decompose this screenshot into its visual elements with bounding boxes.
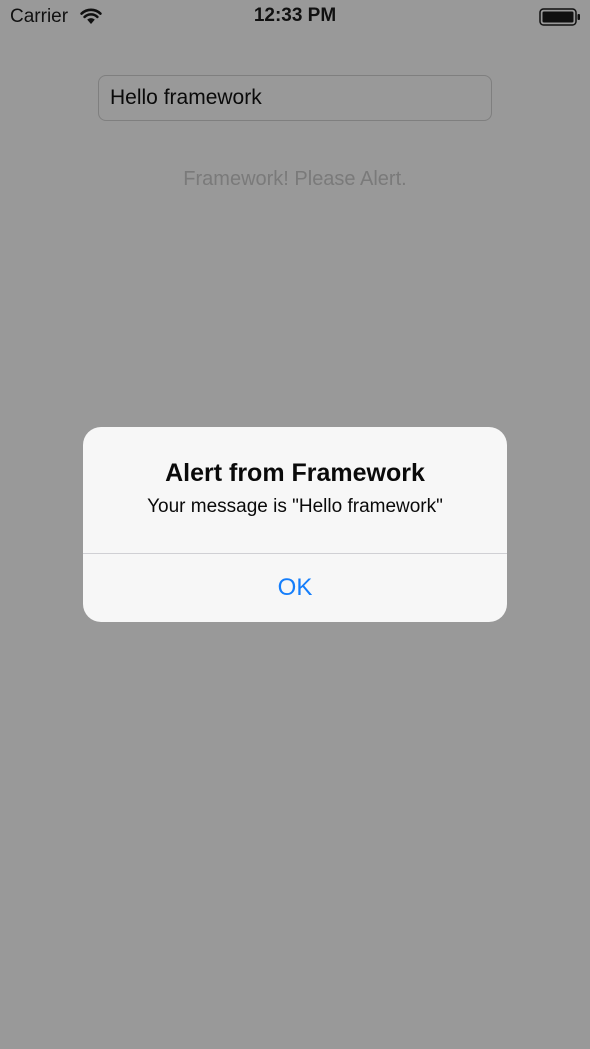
battery-icon xyxy=(539,8,581,26)
show-alert-button[interactable]: Framework! Please Alert. xyxy=(0,168,590,191)
status-bar: Carrier 12:33 PM xyxy=(0,0,590,34)
alert-dialog: Alert from Framework Your message is "He… xyxy=(83,427,507,622)
ok-button[interactable]: OK xyxy=(83,554,507,622)
message-text-field[interactable]: Hello framework xyxy=(98,75,492,121)
message-text-field-value: Hello framework xyxy=(110,86,262,109)
ok-button-label: OK xyxy=(277,574,313,601)
alert-title: Alert from Framework xyxy=(165,459,425,487)
alert-message: Your message is "Hello framework" xyxy=(147,496,443,517)
status-time: 12:33 PM xyxy=(253,5,337,26)
